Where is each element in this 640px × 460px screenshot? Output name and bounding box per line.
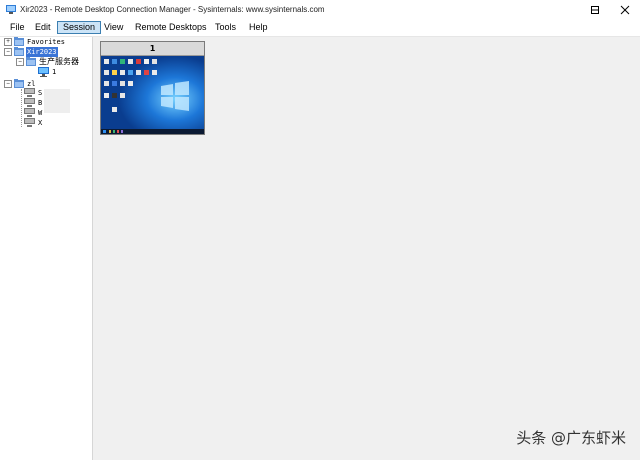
tree-label: 生产服务器: [39, 57, 79, 66]
menu-view[interactable]: View: [99, 21, 128, 34]
desktop-icon[interactable]: [120, 81, 125, 86]
maximize-icon: [591, 6, 599, 14]
watermark: 头条 @广东虾米: [516, 429, 626, 447]
app-icon: [6, 5, 16, 14]
menu-remote-desktops[interactable]: Remote Desktops: [130, 21, 212, 34]
server-icon: [24, 108, 35, 117]
remote-desktop-preview[interactable]: [101, 56, 204, 134]
desktop-icon[interactable]: [112, 81, 117, 86]
desktop-icon[interactable]: [144, 59, 149, 64]
desktop-icon[interactable]: [104, 59, 109, 64]
menu-tools[interactable]: Tools: [210, 21, 241, 34]
tree-node-root[interactable]: − Xir2023: [4, 47, 58, 57]
menu-file[interactable]: File: [5, 21, 30, 34]
desktop-icon[interactable]: [144, 70, 149, 75]
tree-node-server[interactable]: W: [24, 108, 43, 118]
menu-session[interactable]: Session: [57, 21, 102, 34]
desktop-icon[interactable]: [128, 59, 133, 64]
redacted-area: [44, 89, 70, 113]
desktop-icon[interactable]: [120, 93, 125, 98]
desktop-icon[interactable]: [128, 70, 133, 75]
server-icon: [24, 118, 35, 127]
desktop-icon[interactable]: [128, 81, 133, 86]
tree-label: 1: [52, 68, 57, 76]
collapse-icon[interactable]: −: [16, 58, 24, 66]
window-title: Xir2023 - Remote Desktop Connection Mana…: [20, 5, 325, 14]
tree-label: X: [38, 119, 43, 127]
desktop-icon[interactable]: [136, 59, 141, 64]
tree-label: W: [38, 109, 43, 117]
collapse-icon[interactable]: −: [4, 48, 12, 56]
desktop-icon[interactable]: [104, 93, 109, 98]
desktop-icon[interactable]: [112, 107, 117, 112]
desktop-icon[interactable]: [104, 81, 109, 86]
tree-node-subgroup[interactable]: − 生产服务器: [16, 57, 80, 67]
tree-node-server[interactable]: X: [24, 118, 43, 128]
desktop-icon[interactable]: [104, 70, 109, 75]
tree-label: S: [38, 89, 43, 97]
tree-label: Favorites: [27, 38, 65, 46]
desktop-icon[interactable]: [152, 59, 157, 64]
server-icon: [38, 67, 49, 77]
desktop-icon[interactable]: [120, 70, 125, 75]
folder-icon: [26, 57, 36, 66]
content-area: 1: [93, 37, 640, 460]
tree-node-server[interactable]: 1: [38, 67, 57, 77]
desktop-icon[interactable]: [120, 59, 125, 64]
close-icon: [620, 5, 630, 15]
session-thumbnail[interactable]: 1: [100, 41, 205, 135]
title-bar: Xir2023 - Remote Desktop Connection Mana…: [0, 0, 640, 21]
tree-label-selected: Xir2023: [26, 47, 58, 57]
expand-icon[interactable]: +: [4, 38, 12, 46]
folder-icon: [14, 37, 24, 46]
tree-label: B: [38, 99, 43, 107]
menu-edit[interactable]: Edit: [30, 21, 56, 34]
close-button[interactable]: [610, 0, 640, 20]
server-tree[interactable]: + Favorites − Xir2023 − 生产服务器 1 − zl S B W X: [0, 37, 93, 460]
menu-help[interactable]: Help: [244, 21, 273, 34]
server-icon: [24, 98, 35, 107]
desktop-icon[interactable]: [136, 70, 141, 75]
desktop-icon[interactable]: [112, 59, 117, 64]
thumbnail-title: 1: [101, 42, 204, 56]
desktop-icon[interactable]: [152, 70, 157, 75]
maximize-button[interactable]: [580, 0, 610, 20]
folder-icon: [14, 47, 24, 56]
desktop-icon[interactable]: [112, 70, 117, 75]
tree-node-server[interactable]: B: [24, 98, 43, 108]
collapse-icon[interactable]: −: [4, 80, 12, 88]
tree-node-favorites[interactable]: + Favorites: [4, 37, 66, 47]
tree-connector: [21, 89, 23, 127]
desktop-icon[interactable]: [112, 93, 117, 98]
menu-bar: File Edit Session View Remote Desktops T…: [0, 20, 640, 37]
folder-icon: [14, 79, 24, 88]
server-icon: [24, 88, 35, 97]
tree-node-server[interactable]: S: [24, 88, 43, 98]
